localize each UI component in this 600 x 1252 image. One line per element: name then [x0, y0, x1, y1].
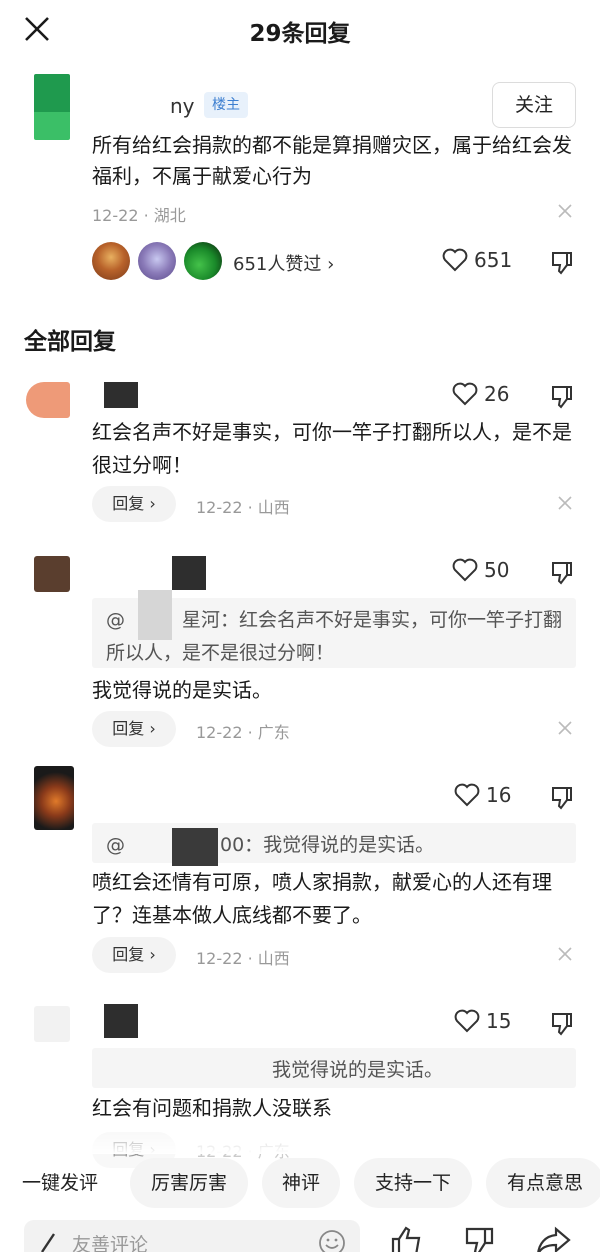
- avatar[interactable]: [34, 1006, 70, 1042]
- header: 29条回复: [0, 0, 600, 62]
- quick-reply-chip[interactable]: 支持一下: [354, 1158, 472, 1208]
- like-count: 651: [474, 248, 513, 272]
- username-mosaic: [172, 556, 206, 590]
- dismiss-icon[interactable]: [558, 204, 572, 218]
- reply-button[interactable]: 回复 ›: [92, 711, 176, 747]
- comment-meta: 12-22 · 山西: [196, 498, 290, 517]
- quick-reply-bar: 一键发评 厉害厉害 神评 支持一下 有点意思: [0, 1158, 600, 1212]
- comment-bar: 友善评论: [0, 1218, 600, 1252]
- thumbs-up-icon[interactable]: [390, 1226, 424, 1252]
- share-icon[interactable]: [536, 1226, 572, 1252]
- comment-text: 红会名声不好是事实，可你一竿子打翻所以人，是不是很过分啊！: [92, 420, 572, 477]
- page-title: 29条回复: [249, 21, 351, 47]
- avatar[interactable]: [34, 556, 70, 592]
- heart-icon[interactable]: [454, 1009, 480, 1033]
- quote-mosaic: [138, 590, 172, 640]
- comment-text: 我觉得说的是实话。: [92, 678, 272, 702]
- liker-avatar: [138, 242, 176, 280]
- quick-reply-chip[interactable]: 有点意思: [486, 1158, 600, 1208]
- dislike-icon[interactable]: [550, 384, 574, 410]
- quick-reply-chip[interactable]: 神评: [262, 1158, 340, 1208]
- heart-icon[interactable]: [454, 783, 480, 807]
- op-username[interactable]: ny: [170, 94, 195, 118]
- dislike-icon[interactable]: [550, 785, 574, 811]
- avatar[interactable]: [34, 766, 74, 830]
- quoted-reply[interactable]: @ 00：我觉得说的是实话。: [92, 823, 576, 863]
- heart-icon[interactable]: [452, 558, 478, 582]
- dislike-icon[interactable]: [550, 1011, 574, 1037]
- like-count: 16: [486, 783, 512, 807]
- comment-text: 喷红会还情有可原，喷人家捐款，献爱心的人还有理了？连基本做人底线都不要了。: [92, 870, 552, 927]
- pencil-icon: [41, 1233, 55, 1252]
- dislike-icon[interactable]: [550, 250, 574, 276]
- likers-count[interactable]: 651人赞过 ›: [233, 250, 334, 276]
- comment-input[interactable]: 友善评论: [24, 1220, 360, 1252]
- dismiss-icon[interactable]: [558, 496, 572, 510]
- comment-placeholder: 友善评论: [72, 1234, 149, 1252]
- liker-avatar: [184, 242, 222, 280]
- op-meta: 12-22 · 湖北: [92, 206, 186, 225]
- heart-icon[interactable]: [442, 248, 468, 272]
- comment-text: 红会有问题和捐款人没联系: [92, 1096, 332, 1120]
- like-count: 26: [484, 382, 510, 406]
- op-badge: 楼主: [204, 92, 248, 118]
- username-mosaic: [104, 382, 138, 408]
- liker-avatar: [92, 242, 130, 280]
- quick-reply-chip[interactable]: 一键发评: [22, 1158, 98, 1208]
- follow-button[interactable]: 关注: [492, 82, 576, 128]
- avatar[interactable]: [26, 382, 70, 418]
- dismiss-icon[interactable]: [558, 721, 572, 735]
- reply-button[interactable]: 回复 ›: [92, 937, 176, 973]
- op-comment-text: 所有给红会捐款的都不能是算捐赠灾区，属于给红会发福利，不属于献爱心行为: [92, 133, 572, 188]
- comment-meta: 12-22 · 广东: [196, 723, 290, 742]
- op-avatar[interactable]: [34, 74, 70, 140]
- like-count: 15: [486, 1009, 512, 1033]
- emoji-icon[interactable]: [318, 1229, 346, 1252]
- thumbs-down-icon[interactable]: [464, 1226, 496, 1252]
- quoted-reply[interactable]: 我觉得说的是实话。: [92, 1048, 576, 1088]
- dislike-icon[interactable]: [550, 560, 574, 586]
- username-mosaic: [104, 1004, 138, 1038]
- quick-reply-chip[interactable]: 厉害厉害: [130, 1158, 248, 1208]
- dismiss-icon[interactable]: [558, 947, 572, 961]
- comment-meta: 12-22 · 山西: [196, 949, 290, 968]
- scroll-fade: [0, 1130, 600, 1154]
- section-title: 全部回复: [24, 329, 116, 355]
- quote-mosaic: [172, 828, 218, 866]
- reply-button[interactable]: 回复 ›: [92, 486, 176, 522]
- heart-icon[interactable]: [452, 382, 478, 406]
- like-count: 50: [484, 558, 510, 582]
